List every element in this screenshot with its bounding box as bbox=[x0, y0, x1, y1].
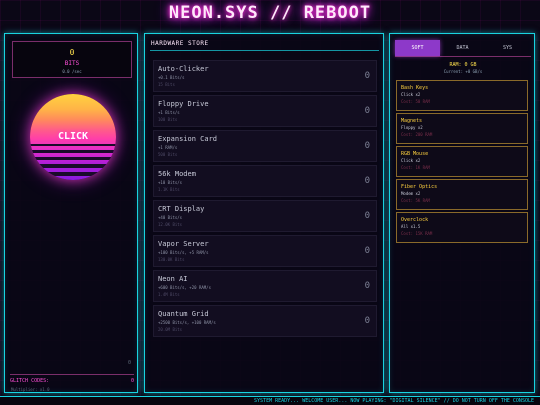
item-effect: +2500 Bits/s, +100 RAM/s bbox=[158, 320, 216, 325]
upgrade-cost: Cost: 5K RAM bbox=[401, 198, 430, 203]
glitch-label: GLITCH CODES: bbox=[10, 378, 50, 384]
upgrade-desc: Floppy x2 bbox=[401, 125, 423, 130]
clicker-panel: 0 BITS 0.0 /sec CLICK 0 GLITCH CODES: 0 … bbox=[4, 33, 138, 393]
store-item[interactable]: CRT Display +40 Bits/s 12.0K Bits 0 bbox=[153, 200, 377, 232]
upgrade-item[interactable]: RGB Mouse Click x2 Cost: 1K RAM bbox=[396, 146, 528, 177]
item-owned: 0 bbox=[364, 106, 370, 116]
click-label: CLICK bbox=[57, 131, 89, 142]
click-sun-button[interactable]: CLICK bbox=[30, 94, 116, 180]
tab-bar: SOFT DATA SYS bbox=[395, 40, 531, 57]
upgrade-item[interactable]: Bash Keys Click x2 Cost: 50 RAM bbox=[396, 80, 528, 111]
item-name: Auto-Clicker bbox=[158, 65, 209, 73]
upgrade-name: Bash Keys bbox=[401, 85, 429, 91]
glitch-count: 0 bbox=[130, 378, 134, 384]
item-effect: +40 Bits/s bbox=[158, 215, 183, 220]
item-owned: 0 bbox=[364, 246, 370, 256]
item-effect: +0.1 Bits/s bbox=[158, 75, 185, 80]
upgrade-name: RGB Mouse bbox=[401, 151, 429, 157]
item-cost: 500 Bits bbox=[158, 152, 178, 157]
bits-rate: 0.0 /sec bbox=[62, 69, 82, 74]
item-name: Floppy Drive bbox=[158, 100, 209, 108]
store-item[interactable]: Floppy Drive +1 Bits/s 100 Bits 0 bbox=[153, 95, 377, 127]
item-owned: 0 bbox=[364, 211, 370, 221]
glitch-codes: GLITCH CODES: 0 bbox=[10, 378, 134, 384]
item-name: Expansion Card bbox=[158, 135, 218, 143]
upgrade-name: Magnets bbox=[401, 118, 423, 124]
item-cost: 20.0M Bits bbox=[158, 327, 183, 332]
left-marker: 0 bbox=[127, 360, 131, 366]
news-ticker: SYSTEM READY... WELCOME USER... NOW PLAY… bbox=[0, 396, 540, 405]
store-item[interactable]: Expansion Card +1 RAM/s 500 Bits 0 bbox=[153, 130, 377, 162]
ticker-text: SYSTEM READY... WELCOME USER... NOW PLAY… bbox=[254, 398, 534, 404]
tab-sys[interactable]: SYS bbox=[485, 40, 530, 56]
item-effect: +100 Bits/s, +5 RAM/s bbox=[158, 250, 209, 255]
upgrade-item[interactable]: Magnets Floppy x2 Cost: 200 RAM bbox=[396, 113, 528, 144]
upgrade-cost: Cost: 15K RAM bbox=[401, 231, 433, 236]
divider bbox=[150, 50, 379, 51]
sun-stripe bbox=[30, 144, 116, 146]
store-item[interactable]: 56k Modem +10 Bits/s 1.1K Bits 0 bbox=[153, 165, 377, 197]
game-title: NEON.SYS // REBOOT bbox=[168, 3, 372, 23]
upgrades-panel: SOFT DATA SYS RAM: 0 GB Current: +0 GB/s… bbox=[389, 33, 535, 393]
item-cost: 130.0K Bits bbox=[158, 257, 185, 262]
item-effect: +10 Bits/s bbox=[158, 180, 183, 185]
item-name: Quantum Grid bbox=[158, 310, 209, 318]
upgrade-cost: Cost: 50 RAM bbox=[401, 99, 430, 104]
upgrade-name: Fiber Optics bbox=[401, 184, 438, 190]
item-cost: 1.4M Bits bbox=[158, 292, 180, 297]
item-cost: 100 Bits bbox=[158, 117, 178, 122]
bits-counter: 0 BITS 0.0 /sec bbox=[12, 41, 132, 78]
item-cost: 12.0K Bits bbox=[158, 222, 183, 227]
item-owned: 0 bbox=[364, 176, 370, 186]
ram-rate: Current: +0 GB/s bbox=[443, 69, 483, 74]
item-owned: 0 bbox=[364, 316, 370, 326]
item-effect: +600 Bits/s, +20 RAM/s bbox=[158, 285, 211, 290]
ram-value: RAM: 0 GB bbox=[449, 62, 477, 68]
store-item[interactable]: Vapor Server +100 Bits/s, +5 RAM/s 130.0… bbox=[153, 235, 377, 267]
multiplier-text: Multiplier: x1.0 bbox=[11, 387, 50, 392]
item-owned: 0 bbox=[364, 141, 370, 151]
item-name: 56k Modem bbox=[158, 170, 196, 178]
store-item[interactable]: Neon AI +600 Bits/s, +20 RAM/s 1.4M Bits… bbox=[153, 270, 377, 302]
hardware-store-panel: HARDWARE STORE Auto-Clicker +0.1 Bits/s … bbox=[144, 33, 384, 393]
tab-soft[interactable]: SOFT bbox=[395, 40, 440, 56]
upgrade-desc: Click x2 bbox=[401, 158, 421, 163]
upgrade-cost: Cost: 1K RAM bbox=[401, 165, 430, 170]
bits-value: 0 bbox=[69, 48, 75, 57]
bits-label: BITS bbox=[64, 60, 80, 67]
upgrade-item[interactable]: Fiber Optics Modem x2 Cost: 5K RAM bbox=[396, 179, 528, 210]
upgrade-desc: Click x2 bbox=[401, 92, 421, 97]
store-item[interactable]: Auto-Clicker +0.1 Bits/s 15 Bits 0 bbox=[153, 60, 377, 92]
store-item[interactable]: Quantum Grid +2500 Bits/s, +100 RAM/s 20… bbox=[153, 305, 377, 337]
store-heading: HARDWARE STORE bbox=[151, 40, 209, 47]
item-cost: 15 Bits bbox=[158, 82, 175, 87]
upgrade-desc: All x1.5 bbox=[401, 224, 421, 229]
upgrade-name: Overclock bbox=[401, 217, 429, 223]
item-name: Vapor Server bbox=[158, 240, 209, 248]
upgrade-cost: Cost: 200 RAM bbox=[401, 132, 433, 137]
item-effect: +1 Bits/s bbox=[158, 110, 180, 115]
item-cost: 1.1K Bits bbox=[158, 187, 180, 192]
sun-stripe bbox=[30, 172, 116, 176]
item-owned: 0 bbox=[364, 71, 370, 81]
upgrade-item[interactable]: Overclock All x1.5 Cost: 15K RAM bbox=[396, 212, 528, 243]
item-owned: 0 bbox=[364, 281, 370, 291]
divider bbox=[10, 374, 134, 375]
item-name: Neon AI bbox=[158, 275, 188, 283]
upgrade-desc: Modem x2 bbox=[401, 191, 421, 196]
tab-data[interactable]: DATA bbox=[440, 40, 485, 56]
sun-stripe bbox=[30, 157, 116, 160]
sun-stripe bbox=[30, 164, 116, 168]
item-name: CRT Display bbox=[158, 205, 205, 213]
item-effect: +1 RAM/s bbox=[158, 145, 178, 150]
sun-stripe bbox=[30, 150, 116, 153]
